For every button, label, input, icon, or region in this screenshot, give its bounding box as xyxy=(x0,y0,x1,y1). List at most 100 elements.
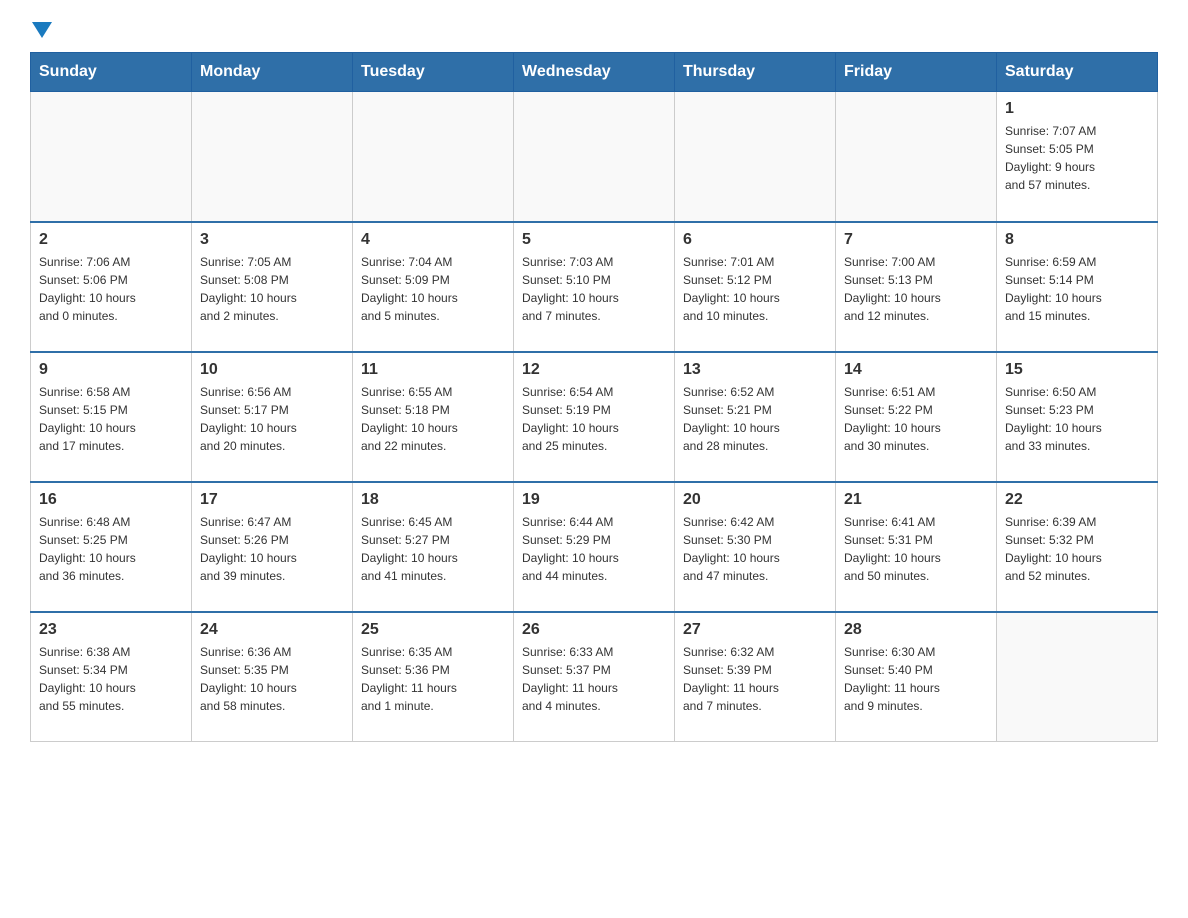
calendar-day-cell: 7Sunrise: 7:00 AM Sunset: 5:13 PM Daylig… xyxy=(836,222,997,352)
day-info: Sunrise: 6:39 AM Sunset: 5:32 PM Dayligh… xyxy=(1005,513,1149,585)
day-number: 27 xyxy=(683,621,827,639)
calendar-day-cell: 22 Sunrise: 6:39 AM Sunset: 5:32 PM Dayli… xyxy=(997,482,1158,612)
day-info: Sunrise: 6:54 AM Sunset: 5:19 PM Dayligh… xyxy=(522,383,666,455)
calendar-day-cell: 12 Sunrise: 6:54 AM Sunset: 5:19 PM Dayli… xyxy=(514,352,675,482)
day-info: Sunrise: 7:06 AM Sunset: 5:06 PM Dayligh… xyxy=(39,253,183,325)
calendar-day-cell: 5 Sunrise: 7:03 AM Sunset: 5:10 PM Daylig… xyxy=(514,222,675,352)
day-number: 26 xyxy=(522,621,666,639)
day-info: Sunrise: 6:41 AM Sunset: 5:31 PM Dayligh… xyxy=(844,513,988,585)
calendar-table: SundayMondayTuesdayWednesdayThursdayFrid… xyxy=(30,52,1158,742)
day-info: Sunrise: 6:47 AM Sunset: 5:26 PM Dayligh… xyxy=(200,513,344,585)
day-number: 19 xyxy=(522,491,666,509)
calendar-day-cell: 21Sunrise: 6:41 AM Sunset: 5:31 PM Dayli… xyxy=(836,482,997,612)
calendar-day-cell: 10 Sunrise: 6:56 AM Sunset: 5:17 PM Dayli… xyxy=(192,352,353,482)
logo xyxy=(30,20,50,36)
calendar-day-cell: 24 Sunrise: 6:36 AM Sunset: 5:35 PM Dayli… xyxy=(192,612,353,742)
day-info: Sunrise: 7:03 AM Sunset: 5:10 PM Dayligh… xyxy=(522,253,666,325)
calendar-week-row: 9 Sunrise: 6:58 AM Sunset: 5:15 PM Daylig… xyxy=(31,352,1158,482)
day-number: 14 xyxy=(844,361,988,379)
column-header-friday: Friday xyxy=(836,53,997,92)
day-info: Sunrise: 6:36 AM Sunset: 5:35 PM Dayligh… xyxy=(200,643,344,715)
calendar-day-cell: 3 Sunrise: 7:05 AM Sunset: 5:08 PM Daylig… xyxy=(192,222,353,352)
day-number: 6 xyxy=(683,231,827,249)
day-info: Sunrise: 6:58 AM Sunset: 5:15 PM Dayligh… xyxy=(39,383,183,455)
day-number: 24 xyxy=(200,621,344,639)
calendar-day-cell xyxy=(997,612,1158,742)
day-info: Sunrise: 6:33 AM Sunset: 5:37 PM Dayligh… xyxy=(522,643,666,715)
column-header-thursday: Thursday xyxy=(675,53,836,92)
day-number: 4 xyxy=(361,231,505,249)
calendar-day-cell: 28 Sunrise: 6:30 AM Sunset: 5:40 PM Dayli… xyxy=(836,612,997,742)
day-number: 11 xyxy=(361,361,505,379)
day-number: 10 xyxy=(200,361,344,379)
day-number: 23 xyxy=(39,621,183,639)
calendar-day-cell: 16 Sunrise: 6:48 AM Sunset: 5:25 PM Dayli… xyxy=(31,482,192,612)
column-header-monday: Monday xyxy=(192,53,353,92)
day-number: 13 xyxy=(683,361,827,379)
day-info: Sunrise: 7:07 AM Sunset: 5:05 PM Dayligh… xyxy=(1005,122,1149,194)
day-info: Sunrise: 7:04 AM Sunset: 5:09 PM Dayligh… xyxy=(361,253,505,325)
day-info: Sunrise: 6:51 AM Sunset: 5:22 PM Dayligh… xyxy=(844,383,988,455)
calendar-day-cell xyxy=(514,92,675,222)
calendar-day-cell xyxy=(31,92,192,222)
calendar-day-cell xyxy=(192,92,353,222)
day-number: 25 xyxy=(361,621,505,639)
calendar-header-row: SundayMondayTuesdayWednesdayThursdayFrid… xyxy=(31,53,1158,92)
day-number: 28 xyxy=(844,621,988,639)
day-info: Sunrise: 7:01 AM Sunset: 5:12 PM Dayligh… xyxy=(683,253,827,325)
calendar-day-cell: 13 Sunrise: 6:52 AM Sunset: 5:21 PM Dayli… xyxy=(675,352,836,482)
column-header-wednesday: Wednesday xyxy=(514,53,675,92)
calendar-day-cell: 25 Sunrise: 6:35 AM Sunset: 5:36 PM Dayli… xyxy=(353,612,514,742)
calendar-week-row: 1 Sunrise: 7:07 AM Sunset: 5:05 PM Daylig… xyxy=(31,92,1158,222)
day-info: Sunrise: 6:38 AM Sunset: 5:34 PM Dayligh… xyxy=(39,643,183,715)
day-number: 15 xyxy=(1005,361,1149,379)
day-info: Sunrise: 6:55 AM Sunset: 5:18 PM Dayligh… xyxy=(361,383,505,455)
day-info: Sunrise: 6:56 AM Sunset: 5:17 PM Dayligh… xyxy=(200,383,344,455)
calendar-day-cell: 15 Sunrise: 6:50 AM Sunset: 5:23 PM Dayli… xyxy=(997,352,1158,482)
calendar-day-cell: 14 Sunrise: 6:51 AM Sunset: 5:22 PM Dayli… xyxy=(836,352,997,482)
column-header-saturday: Saturday xyxy=(997,53,1158,92)
page-header xyxy=(30,20,1158,36)
day-info: Sunrise: 6:35 AM Sunset: 5:36 PM Dayligh… xyxy=(361,643,505,715)
day-number: 9 xyxy=(39,361,183,379)
calendar-day-cell: 19Sunrise: 6:44 AM Sunset: 5:29 PM Dayli… xyxy=(514,482,675,612)
calendar-day-cell: 4 Sunrise: 7:04 AM Sunset: 5:09 PM Daylig… xyxy=(353,222,514,352)
column-header-tuesday: Tuesday xyxy=(353,53,514,92)
calendar-day-cell: 9 Sunrise: 6:58 AM Sunset: 5:15 PM Daylig… xyxy=(31,352,192,482)
day-number: 12 xyxy=(522,361,666,379)
day-number: 1 xyxy=(1005,100,1149,118)
day-number: 3 xyxy=(200,231,344,249)
calendar-week-row: 16 Sunrise: 6:48 AM Sunset: 5:25 PM Dayli… xyxy=(31,482,1158,612)
day-info: Sunrise: 6:48 AM Sunset: 5:25 PM Dayligh… xyxy=(39,513,183,585)
logo-triangle-icon xyxy=(32,20,52,40)
calendar-day-cell: 11 Sunrise: 6:55 AM Sunset: 5:18 PM Dayli… xyxy=(353,352,514,482)
day-number: 16 xyxy=(39,491,183,509)
calendar-day-cell xyxy=(675,92,836,222)
column-header-sunday: Sunday xyxy=(31,53,192,92)
calendar-week-row: 23 Sunrise: 6:38 AM Sunset: 5:34 PM Dayli… xyxy=(31,612,1158,742)
calendar-day-cell: 8Sunrise: 6:59 AM Sunset: 5:14 PM Daylig… xyxy=(997,222,1158,352)
day-info: Sunrise: 6:32 AM Sunset: 5:39 PM Dayligh… xyxy=(683,643,827,715)
day-number: 22 xyxy=(1005,491,1149,509)
calendar-day-cell xyxy=(836,92,997,222)
day-info: Sunrise: 6:45 AM Sunset: 5:27 PM Dayligh… xyxy=(361,513,505,585)
day-number: 20 xyxy=(683,491,827,509)
day-number: 18 xyxy=(361,491,505,509)
calendar-day-cell: 1 Sunrise: 7:07 AM Sunset: 5:05 PM Daylig… xyxy=(997,92,1158,222)
calendar-day-cell: 2Sunrise: 7:06 AM Sunset: 5:06 PM Daylig… xyxy=(31,222,192,352)
calendar-day-cell: 17 Sunrise: 6:47 AM Sunset: 5:26 PM Dayli… xyxy=(192,482,353,612)
calendar-day-cell: 20Sunrise: 6:42 AM Sunset: 5:30 PM Dayli… xyxy=(675,482,836,612)
day-number: 7 xyxy=(844,231,988,249)
calendar-day-cell: 27 Sunrise: 6:32 AM Sunset: 5:39 PM Dayli… xyxy=(675,612,836,742)
calendar-week-row: 2Sunrise: 7:06 AM Sunset: 5:06 PM Daylig… xyxy=(31,222,1158,352)
day-info: Sunrise: 6:52 AM Sunset: 5:21 PM Dayligh… xyxy=(683,383,827,455)
day-number: 17 xyxy=(200,491,344,509)
calendar-day-cell: 18 Sunrise: 6:45 AM Sunset: 5:27 PM Dayli… xyxy=(353,482,514,612)
calendar-day-cell: 23 Sunrise: 6:38 AM Sunset: 5:34 PM Dayli… xyxy=(31,612,192,742)
day-info: Sunrise: 6:50 AM Sunset: 5:23 PM Dayligh… xyxy=(1005,383,1149,455)
day-number: 5 xyxy=(522,231,666,249)
day-info: Sunrise: 6:59 AM Sunset: 5:14 PM Dayligh… xyxy=(1005,253,1149,325)
day-info: Sunrise: 7:05 AM Sunset: 5:08 PM Dayligh… xyxy=(200,253,344,325)
calendar-day-cell: 26 Sunrise: 6:33 AM Sunset: 5:37 PM Dayli… xyxy=(514,612,675,742)
day-info: Sunrise: 6:30 AM Sunset: 5:40 PM Dayligh… xyxy=(844,643,988,715)
